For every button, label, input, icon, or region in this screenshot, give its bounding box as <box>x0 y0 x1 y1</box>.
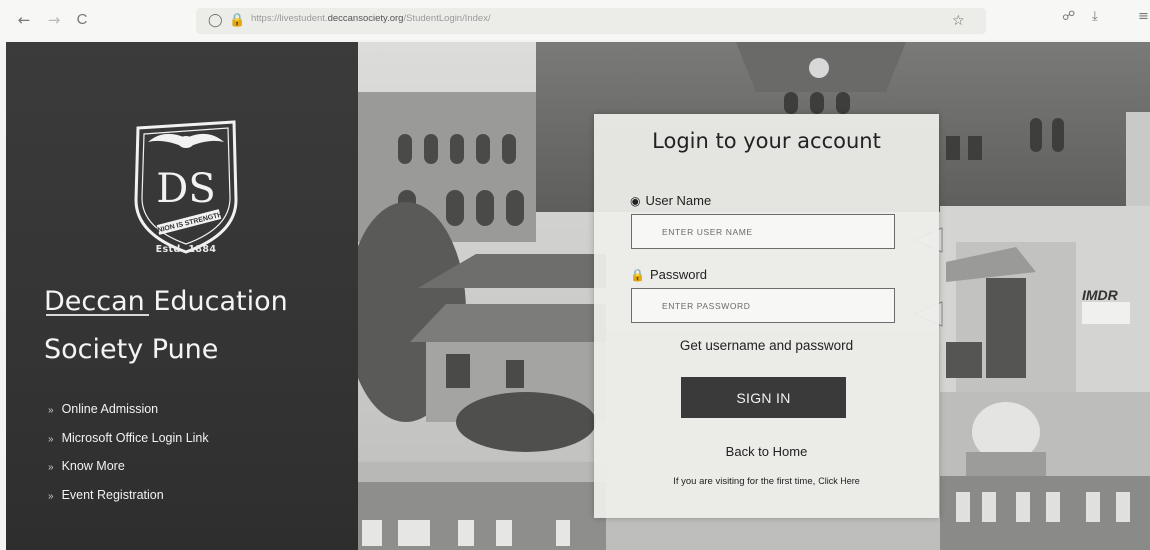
imdr-building-sign: IMDR <box>1082 287 1118 303</box>
lock-icon[interactable]: 🔒 <box>229 12 245 30</box>
double-chevron-icon: » <box>48 490 54 502</box>
password-label-text: Password <box>649 267 708 282</box>
back-icon[interactable]: ← <box>14 10 34 30</box>
url-prefix: https://livestudent. <box>251 13 328 24</box>
reload-icon[interactable]: C <box>72 10 92 30</box>
sidebar-item-label: Event Registration <box>61 487 164 502</box>
download-icon[interactable]: ⤓ <box>1092 9 1098 24</box>
login-card: Login to your account ◉ User Name 🔒 Passwo… <box>594 114 939 518</box>
address-bar[interactable]: ◯ 🔒 https://livestudent.deccansociety.or… <box>196 8 986 34</box>
forward-icon[interactable]: → <box>44 10 64 30</box>
star-icon[interactable]: ☆ <box>952 12 965 30</box>
url-path: /StudentLogin/Index/ <box>403 13 491 24</box>
svg-text:DS: DS <box>156 166 215 212</box>
username-input[interactable] <box>631 214 895 249</box>
login-title: Login to your account <box>652 129 881 153</box>
first-time-visit-text: If you are visiting for the first time, C… <box>594 476 939 487</box>
sidebar-menu: » Online Admission » Microsoft Office Logi… <box>48 402 209 516</box>
click-here-link[interactable]: Click Here <box>818 476 860 486</box>
shield-icon[interactable]: ◯ <box>208 12 223 30</box>
user-circle-icon: ◉ <box>630 194 641 208</box>
sidebar-item-online-admission[interactable]: » Online Admission <box>48 402 209 431</box>
double-chevron-icon: » <box>48 433 54 445</box>
des-crest-logo: DS UNION IS STRENGTH <box>134 120 238 254</box>
password-input[interactable] <box>631 288 895 323</box>
org-name-divider <box>46 314 149 316</box>
sidebar-item-event-registration[interactable]: » Event Registration <box>48 488 209 517</box>
page: IMDR DS UNION IS STRENGTH Estd. 1884 Dec… <box>6 42 1150 550</box>
org-name-line2: Society Pune <box>44 334 219 365</box>
sidebar-item-label: Online Admission <box>61 402 159 416</box>
logo-motto: UNION IS STRENGTH <box>152 211 223 235</box>
url-domain: deccansociety.org <box>327 13 404 24</box>
back-to-home-link[interactable]: Back to Home <box>594 444 939 459</box>
browser-toolbar: ← → C ◯ 🔒 https://livestudent.deccansoci… <box>0 0 1150 40</box>
sidebar-panel: DS UNION IS STRENGTH Estd. 1884 Deccan E… <box>6 42 358 550</box>
url-text[interactable]: https://livestudent.deccansociety.org/St… <box>251 13 491 24</box>
first-time-text: If you are visiting for the first time, <box>673 476 816 487</box>
sidebar-item-microsoft-office-login[interactable]: » Microsoft Office Login Link <box>48 431 209 460</box>
sign-in-button[interactable]: SIGN IN <box>681 377 846 418</box>
menu-icon[interactable]: ≡ <box>1138 9 1149 24</box>
username-label: ◉ User Name <box>630 193 711 208</box>
get-credentials-link[interactable]: Get username and password <box>594 338 939 353</box>
organization-name: Deccan Education Society Pune <box>44 278 344 374</box>
sidebar-item-know-more[interactable]: » Know More <box>48 459 209 488</box>
double-chevron-icon: » <box>48 462 54 473</box>
sidebar-item-label: Microsoft Office Login Link <box>61 430 209 445</box>
pocket-icon[interactable]: ☍ <box>1062 9 1075 24</box>
password-label: 🔒 Password <box>630 267 707 282</box>
lock-icon: 🔒 <box>630 268 645 282</box>
sidebar-item-label: Know More <box>61 459 125 473</box>
username-label-text: User Name <box>645 193 712 208</box>
org-name-line1: Deccan Education <box>44 286 288 317</box>
established-year: Estd. 1884 <box>155 244 217 255</box>
double-chevron-icon: » <box>48 405 54 416</box>
